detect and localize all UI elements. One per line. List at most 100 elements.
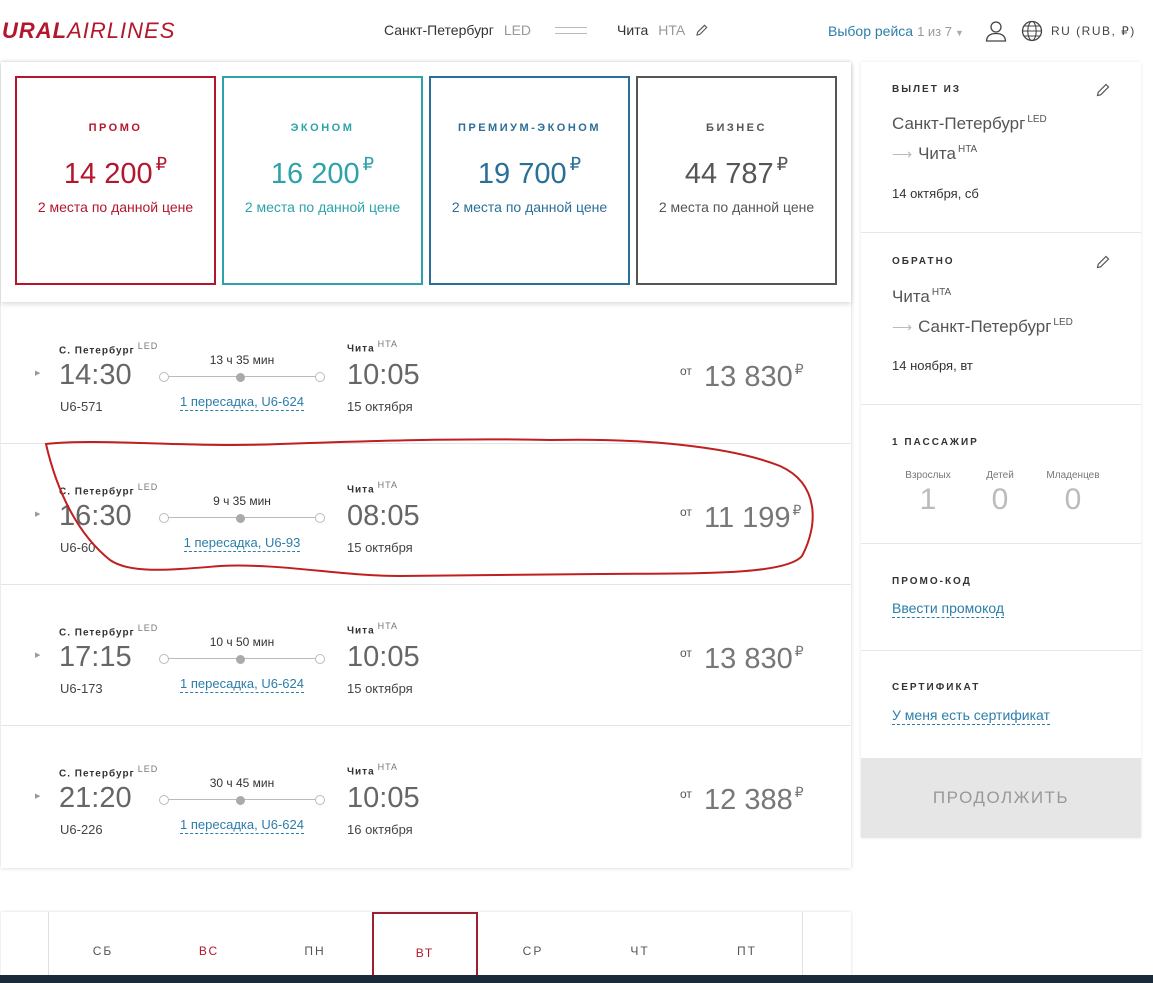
day-name: СР (522, 944, 544, 958)
departure-city: С. Петербург LED (59, 764, 159, 780)
fare-name: ПРЕМИУМ-ЭКОНОМ (457, 122, 602, 134)
fare-premium-economy[interactable]: ПРЕМИУМ-ЭКОНОМ 19 700 ₽ 2 места по данной… (429, 76, 630, 285)
route-line (159, 795, 325, 805)
adults-count[interactable]: Взрослых 1 (893, 470, 963, 517)
transfer-link[interactable]: 1 пересадка, U6-624 (159, 394, 325, 411)
step-count: 1 из 7 (917, 24, 952, 39)
fare-promo[interactable]: ПРОМО 14 200 ₽ 2 места по данной цене (15, 76, 216, 285)
step-selector[interactable]: Выбор рейса 1 из 7 ▼ (828, 23, 964, 39)
return-from-city: Чита HTA (892, 287, 952, 306)
transfer-link[interactable]: 1 пересадка, U6-624 (159, 817, 325, 834)
pax-value: 1 (919, 483, 937, 516)
price-from-label: от (680, 646, 692, 660)
route-from-city: Санкт-Петербург (384, 22, 494, 38)
language-currency-selector[interactable]: RU (RUB, ₽) (1051, 24, 1136, 38)
flight-number: U6-571 (60, 399, 103, 414)
fare-price: 14 200 ₽ (63, 154, 168, 190)
date-cell[interactable]: ЧТ (587, 912, 693, 983)
pax-value: 0 (991, 483, 1009, 516)
return-to-city: ⟶ Санкт-Петербург LED (892, 317, 1073, 336)
arrival-time: 08:05 (347, 500, 420, 532)
next-dates-button[interactable] (802, 912, 850, 983)
flight-price: 13 830 ₽ (704, 643, 804, 675)
passengers-section: 1 ПАССАЖИР Взрослых 1 Детей 0 Младенцев … (861, 405, 1141, 544)
date-cell[interactable]: ПН (262, 912, 368, 983)
flight-price: 13 830 ₽ (704, 361, 804, 393)
route-line (159, 654, 325, 664)
pax-label: Взрослых (905, 470, 951, 481)
expand-arrow-icon[interactable]: ▶ (35, 651, 40, 659)
expand-arrow-icon[interactable]: ▶ (35, 369, 40, 377)
flight-duration: 10 ч 50 мин (209, 635, 275, 649)
edit-route-pencil-icon[interactable] (695, 23, 709, 37)
flight-row[interactable]: ▶ С. Петербург LED 16:30 U6-60 9 ч 35 мин… (1, 444, 851, 585)
route-line (159, 372, 325, 382)
return-date: 14 ноября, вт (892, 358, 973, 373)
flight-row[interactable]: ▶ С. Петербург LED 21:20 U6-226 30 ч 45 м… (1, 726, 851, 867)
departure-from-city: Санкт-Петербург LED (892, 114, 1047, 133)
day-name: ПТ (737, 944, 757, 958)
departure-to-city: ⟶ Чита HTA (892, 144, 978, 163)
route-to-code: HTA (658, 22, 686, 38)
edit-pencil-icon[interactable] (1095, 82, 1111, 98)
date-cell[interactable]: СР (480, 912, 586, 983)
departure-date: 14 октября, сб (892, 186, 979, 201)
expand-arrow-icon[interactable]: ▶ (35, 792, 40, 800)
departure-city: С. Петербург LED (59, 341, 159, 357)
return-section: ОБРАТНО Чита HTA ⟶ Санкт-Петербург LED 14 н… (861, 233, 1141, 405)
flight-row[interactable]: ▶ С. Петербург LED 14:30 U6-571 13 ч 35 м… (1, 303, 851, 444)
chevron-down-icon: ▼ (954, 28, 964, 38)
price-from-label: от (680, 505, 692, 519)
arrival-date: 15 октября (347, 540, 413, 555)
arrival-time: 10:05 (347, 641, 420, 673)
globe-icon[interactable] (1021, 20, 1043, 42)
enter-promo-link[interactable]: Ввести промокод (892, 600, 1005, 618)
transfer-link[interactable]: 1 пересадка, U6-624 (159, 676, 325, 693)
flight-number: U6-173 (60, 681, 103, 696)
flight-price: 11 199 ₽ (704, 502, 802, 534)
route-summary[interactable]: Санкт-Петербург LED Чита HTA (384, 22, 709, 38)
continue-button[interactable]: ПРОДОЛЖИТЬ (861, 758, 1141, 838)
date-cell[interactable]: ПТ (694, 912, 800, 983)
prev-dates-button[interactable] (1, 912, 49, 983)
fare-classes-panel: ПРОМО 14 200 ₽ 2 места по данной цене ЭКО… (1, 62, 851, 302)
date-cell-selected[interactable]: ВТ (372, 912, 478, 983)
day-name: СБ (92, 944, 114, 958)
pax-label: Детей (986, 470, 1014, 481)
fare-economy[interactable]: ЭКОНОМ 16 200 ₽ 2 места по данной цене (222, 76, 423, 285)
fare-name: БИЗНЕС (706, 122, 767, 134)
arrival-city: Чита HTA (347, 480, 398, 496)
price-from-label: от (680, 787, 692, 801)
departure-time: 21:20 (59, 782, 132, 814)
transfer-link[interactable]: 1 пересадка, U6-93 (159, 535, 325, 552)
route-to-city: Чита (617, 22, 649, 38)
header: URALAIRLINES Санкт-Петербург LED Чита HT… (0, 0, 1153, 62)
pax-label: Младенцев (1046, 470, 1100, 481)
date-cell[interactable]: ВС (156, 912, 262, 983)
date-cell[interactable]: СБ (50, 912, 156, 983)
departure-city: С. Петербург LED (59, 482, 159, 498)
fare-seats: 2 места по данной цене (244, 199, 401, 215)
arrival-date: 15 октября (347, 681, 413, 696)
price-from-label: от (680, 364, 692, 378)
arrival-time: 10:05 (347, 782, 420, 814)
fare-price: 19 700 ₽ (477, 154, 582, 190)
arrival-city: Чита HTA (347, 762, 398, 778)
edit-pencil-icon[interactable] (1095, 254, 1111, 270)
flight-row[interactable]: ▶ С. Петербург LED 17:15 U6-173 10 ч 50 м… (1, 585, 851, 726)
expand-arrow-icon[interactable]: ▶ (35, 510, 40, 518)
children-count[interactable]: Детей 0 (965, 470, 1035, 517)
infants-count[interactable]: Младенцев 0 (1038, 470, 1108, 517)
ural-airlines-logo[interactable]: URALAIRLINES (2, 18, 175, 44)
route-line (159, 513, 325, 523)
user-icon[interactable] (985, 20, 1007, 42)
fare-name: ЭКОНОМ (290, 122, 355, 134)
flight-duration: 13 ч 35 мин (209, 353, 275, 367)
fare-price: 44 787 ₽ (684, 154, 789, 190)
certificate-title: СЕРТИФИКАТ (892, 682, 981, 693)
flights-main-panel: ПРОМО 14 200 ₽ 2 места по данной цене ЭКО… (1, 62, 851, 868)
certificate-link[interactable]: У меня есть сертификат (892, 707, 1050, 725)
fare-seats: 2 места по данной цене (658, 199, 815, 215)
fare-price: 16 200 ₽ (270, 154, 375, 190)
fare-business[interactable]: БИЗНЕС 44 787 ₽ 2 места по данной цене (636, 76, 837, 285)
